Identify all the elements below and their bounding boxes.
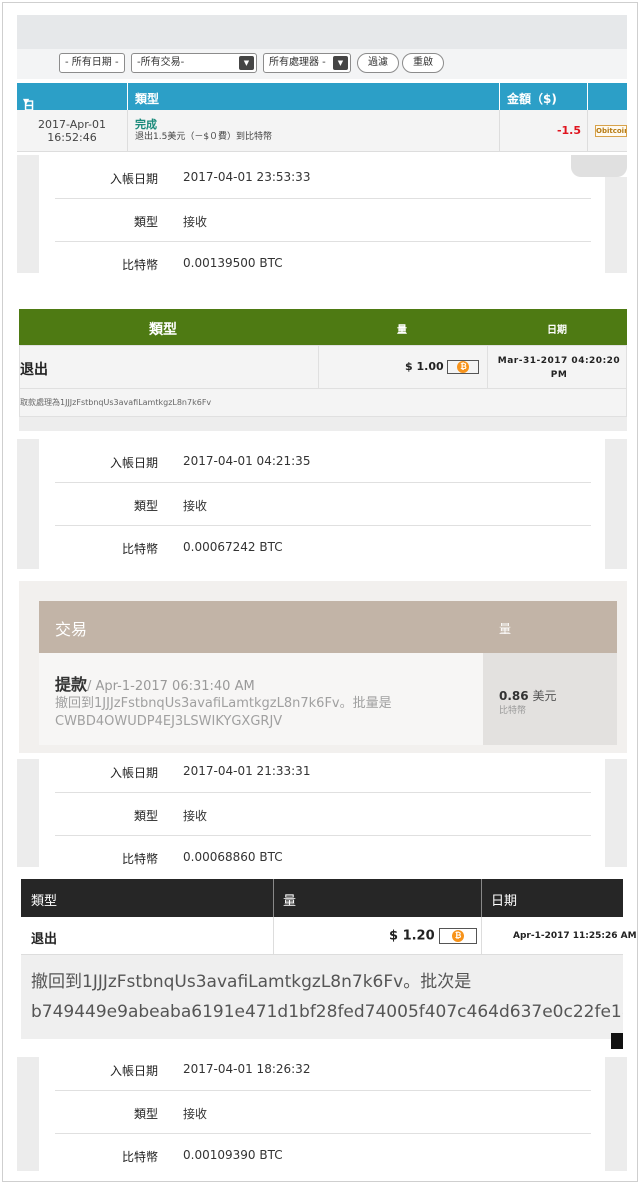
withdrawal-type: 退出 xyxy=(20,362,48,378)
chevron-down-icon: ▼ xyxy=(239,56,254,70)
withdrawal-amount-cell: $ 1.00 ₿ xyxy=(318,345,488,389)
type-label: 類型 xyxy=(133,499,158,513)
transaction-type-label: -所有交易- xyxy=(137,57,185,68)
trade-amount-cell: 0.86 美元 比特幣 xyxy=(483,653,617,745)
withdrawal-description-line1: 撤回到1JJJzFstbnqUs3avafiLamtkgzL8n7k6Fv。批次… xyxy=(31,972,472,992)
btc-value: 0.00109390 BTC xyxy=(183,1148,283,1162)
type-label: 類型 xyxy=(133,1107,158,1121)
date-filter-button[interactable]: - 所有日期 - xyxy=(59,53,125,73)
filter-bar: - 所有日期 - -所有交易- ▼ 所有處理器 - ▼ 過濾 重啟 xyxy=(17,49,627,79)
withdrawal-date: Apr-1-2017 11:25:26 AM xyxy=(513,931,637,941)
entry-date-value: 2017-04-01 18:26:32 xyxy=(183,1062,311,1076)
filter-button-label: 過濾 xyxy=(368,57,388,68)
amount-column-header: 金額（$) xyxy=(507,92,557,106)
sort-down-icon: ▼ xyxy=(23,97,30,106)
trade-amount: 0.86 xyxy=(499,689,529,703)
type-column-header: 類型 xyxy=(149,322,177,338)
card-right-edge xyxy=(605,439,627,569)
row-description: 退出1.5美元（－$０費）到比特幣 xyxy=(135,132,273,142)
reset-button-label: 重啟 xyxy=(413,57,433,68)
btc-value: 0.00068860 BTC xyxy=(183,850,283,864)
row-status: 完成 xyxy=(135,118,157,131)
resize-handle-icon[interactable] xyxy=(611,1033,623,1049)
withdrawal-description: 撤回到1JJJzFstbnqUs3avafiLamtkgzL8n7k6Fv。批次… xyxy=(21,955,623,1039)
trade-description-line1: 撤回到1JJJzFstbnqUs3avafiLamtkgzL8n7k6Fv。批量… xyxy=(55,696,392,711)
withdrawal-amount: $ 1.00 xyxy=(405,360,444,373)
trade-row: 提款/ Apr-1-2017 06:31:40 AM 撤回到1JJJzFstbn… xyxy=(39,653,483,745)
card-right-edge xyxy=(605,177,627,273)
type-column-header: 類型 xyxy=(135,92,160,106)
table-row[interactable]: 2017-Apr-01 16:52:46 完成 退出1.5美元（－$０費）到比特… xyxy=(17,110,627,152)
filter-button[interactable]: 過濾 xyxy=(357,53,399,73)
currency-box: ₿ xyxy=(447,360,480,374)
entry-date-value: 2017-04-01 23:53:33 xyxy=(183,170,311,184)
entry-date-label: 入帳日期 xyxy=(109,456,158,470)
date-column-header: 日期 xyxy=(491,894,518,909)
entry-date-label: 入帳日期 xyxy=(109,1064,158,1078)
chevron-down-icon: ▼ xyxy=(333,56,348,70)
row-time: 16:52:46 xyxy=(47,131,97,144)
processor-label: 所有處理器 - xyxy=(269,57,326,68)
withdrawal-date-cell: Mar-31-2017 04:20:20 PM xyxy=(487,345,627,389)
btc-value: 0.00139500 BTC xyxy=(183,256,283,270)
transaction-type-select[interactable]: -所有交易- ▼ xyxy=(131,53,257,73)
withdrawal-table-header: 類型 量 日期 xyxy=(21,879,623,917)
amount-column-header: 量 xyxy=(499,622,512,636)
reset-button[interactable]: 重啟 xyxy=(402,53,444,73)
type-value: 接收 xyxy=(183,499,208,513)
date-filter-label: - 所有日期 - xyxy=(65,57,119,68)
trade-column-header: 交易 xyxy=(55,620,88,639)
withdrawal-note: 取款處理為1JJJzFstbnqUs3avafiLamtkgzL8n7k6Fv xyxy=(20,398,212,407)
currency-box: ₿ xyxy=(439,928,478,944)
btc-label: 比特幣 xyxy=(121,258,158,272)
row-amount: -1.5 xyxy=(556,124,581,137)
card-right-edge xyxy=(605,759,627,867)
type-value: 接收 xyxy=(183,215,208,229)
entry-date-value: 2017-04-01 21:33:31 xyxy=(183,764,311,778)
transactions-table-header: 日期 ▼ 類型 金額（$) xyxy=(17,83,627,130)
entry-date-label: 入帳日期 xyxy=(109,172,158,186)
bitcoin-logo-icon: Obitcoin xyxy=(595,125,627,137)
withdrawal-date: Mar-31-2017 04:20:20 PM xyxy=(497,356,621,380)
top-bar-background xyxy=(17,15,627,51)
withdrawal-description-line2: b749449e9abeaba6191e471d1bf28fed74005f40… xyxy=(31,1002,623,1022)
processor-select[interactable]: 所有處理器 - ▼ xyxy=(263,53,351,73)
trade-description-line2: CWBD4OWUDP4EJ3LSWIKYGXGRJV xyxy=(55,714,283,729)
withdrawal-type: 退出 xyxy=(31,932,58,947)
amount-column-header: 量 xyxy=(397,325,407,336)
withdrawal-table-header: 類型 量 日期 xyxy=(19,309,627,345)
btc-value: 0.00067242 BTC xyxy=(183,540,283,554)
withdrawal-amount: $ 1.20 xyxy=(389,928,435,944)
trade-unit: 美元 xyxy=(532,689,557,703)
entry-date-value: 2017-04-01 04:21:35 xyxy=(183,454,311,468)
type-label: 類型 xyxy=(133,215,158,229)
table-row: 退出 $ 1.20 ₿ Apr-1-2017 11:25:26 AM xyxy=(21,917,637,955)
screenshot-frame: - 所有日期 - -所有交易- ▼ 所有處理器 - ▼ 過濾 重啟 日期 ▼ 類… xyxy=(2,2,638,1182)
trade-date: / Apr-1-2017 06:31:40 AM xyxy=(87,679,255,694)
entry-date-label: 入帳日期 xyxy=(109,766,158,780)
amount-column-header: 量 xyxy=(283,894,297,909)
date-column-header: 日期 xyxy=(547,325,567,336)
btc-label: 比特幣 xyxy=(121,542,158,556)
row-date: 2017-Apr-01 xyxy=(37,118,106,131)
trade-table-header: 交易 量 xyxy=(39,601,617,653)
bitcoin-icon: ₿ xyxy=(452,930,465,942)
card-tab xyxy=(571,155,627,177)
type-column-header: 類型 xyxy=(31,894,58,909)
withdrawal-type-cell: 退出 xyxy=(19,345,319,389)
withdrawal-note-row: 取款處理為1JJJzFstbnqUs3avafiLamtkgzL8n7k6Fv xyxy=(19,389,627,417)
card-right-edge xyxy=(605,1057,627,1171)
trade-title: 提款 xyxy=(55,675,88,694)
type-value: 接收 xyxy=(183,1107,208,1121)
trade-currency: 比特幣 xyxy=(499,706,527,716)
bitcoin-icon: ₿ xyxy=(457,361,470,373)
type-value: 接收 xyxy=(183,809,208,823)
btc-label: 比特幣 xyxy=(121,852,158,866)
type-label: 類型 xyxy=(133,809,158,823)
btc-label: 比特幣 xyxy=(121,1150,158,1164)
divider xyxy=(19,417,627,431)
